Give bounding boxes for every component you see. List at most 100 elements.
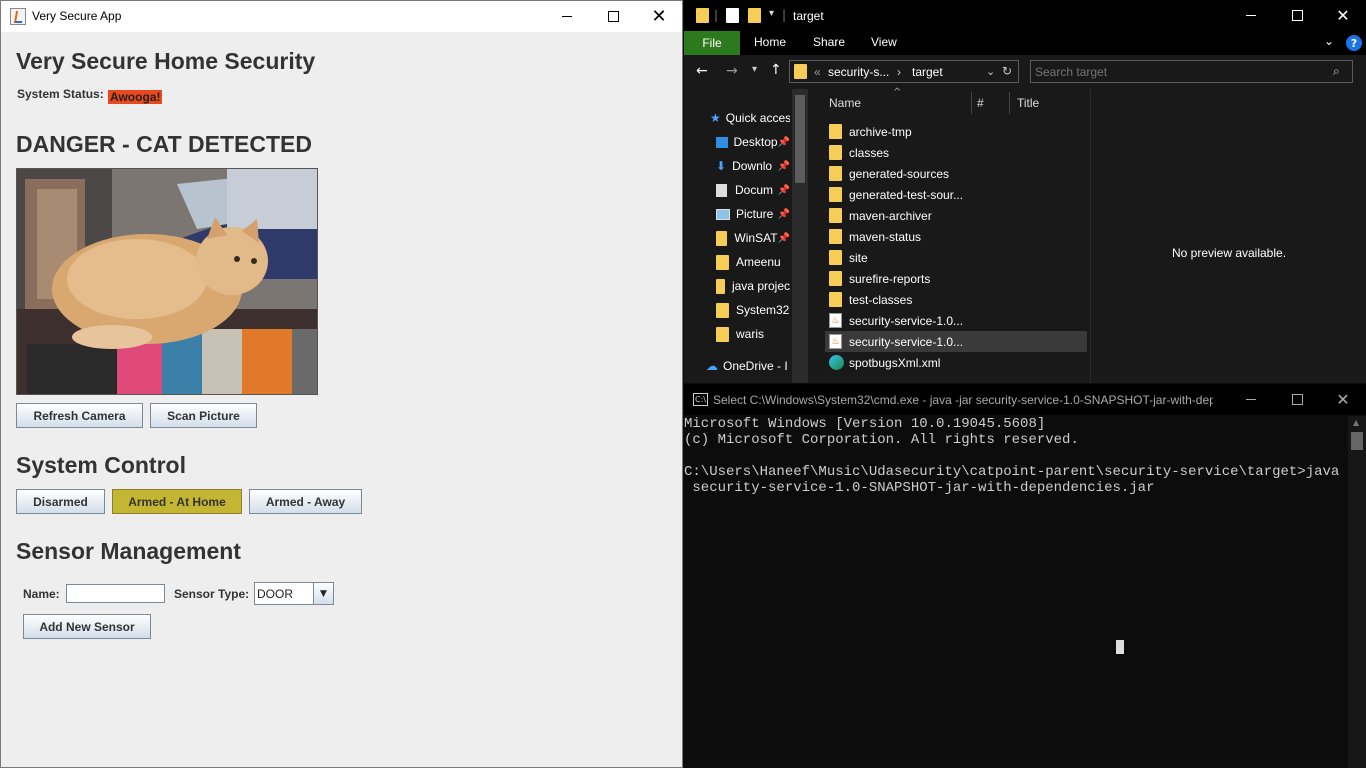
list-item[interactable]: ♨ security-service-1.0... [829, 310, 1087, 331]
search-input[interactable] [1035, 63, 1325, 80]
disarmed-button[interactable]: Disarmed [16, 489, 105, 514]
address-dropdown-icon[interactable]: ⌄ [986, 65, 995, 78]
nav-item-onedrive[interactable]: ☁ OneDrive - I [706, 354, 790, 378]
maximize-button[interactable] [590, 1, 636, 32]
sensor-type-select[interactable]: DOOR ▼ [254, 582, 334, 605]
maximize-button[interactable] [1274, 0, 1320, 31]
ribbon-expand-icon[interactable]: ⌄ [1324, 34, 1334, 48]
list-item-selected[interactable]: ♨ security-service-1.0... [825, 331, 1087, 352]
nav-item-quick-access[interactable]: ★ Quick acces [710, 106, 790, 130]
folder-icon [794, 64, 807, 79]
list-item[interactable]: generated-test-sour... [829, 184, 1087, 205]
breadcrumb-current[interactable]: target [912, 65, 943, 79]
dropdown-arrow-icon[interactable]: ▼ [313, 583, 333, 604]
list-item[interactable]: maven-archiver [829, 205, 1087, 226]
column-header-name[interactable]: Name [829, 96, 861, 110]
qat-dropdown-icon[interactable]: ▾ [769, 8, 774, 19]
nav-item-pictures[interactable]: Picture 📌 [710, 202, 790, 226]
armed-away-button[interactable]: Armed - Away [249, 489, 362, 514]
recent-dropdown-icon[interactable]: ▾ [752, 64, 757, 75]
nav-item-system32[interactable]: System32 [710, 298, 790, 322]
column-divider[interactable] [971, 92, 972, 114]
close-button[interactable]: ✕ [636, 1, 682, 32]
column-header-title[interactable]: Title [1017, 96, 1039, 110]
properties-icon[interactable] [726, 8, 739, 23]
folder-icon [716, 302, 729, 318]
explorer-titlebar[interactable]: | ▾ | target ✕ [684, 0, 1366, 31]
folder-icon [829, 145, 842, 160]
status-label: System Status: [17, 87, 104, 101]
add-sensor-button[interactable]: Add New Sensor [23, 614, 151, 639]
console-scrollbar[interactable]: ▲ [1348, 416, 1366, 768]
console-scrollbar-thumb[interactable] [1351, 432, 1363, 450]
nav-item-ameenu[interactable]: Ameenu [710, 250, 790, 274]
nav-item-waris[interactable]: waris [710, 322, 790, 346]
cmd-titlebar[interactable]: C:\ Select C:\Windows\System32\cmd.exe -… [684, 384, 1366, 415]
address-row: ← → ▾ ↑ « security-s... › target ⌄ ↻ ⌕ [684, 55, 1366, 89]
jar-file-icon: ♨ [829, 334, 842, 349]
up-arrow-icon[interactable]: ↑ [770, 62, 782, 78]
nav-scrollbar[interactable] [792, 89, 808, 383]
search-icon[interactable]: ⌕ [1333, 64, 1340, 79]
maximize-icon [1291, 394, 1303, 405]
nav-item-desktop[interactable]: Desktop 📌 [710, 130, 790, 154]
new-folder-icon[interactable] [748, 8, 761, 23]
nav-item-downloads[interactable]: ⬇ Downlo 📌 [710, 154, 790, 178]
tab-home[interactable]: Home [754, 35, 786, 49]
nav-item-java-projects[interactable]: java projec [710, 274, 790, 298]
close-button[interactable]: ✕ [1320, 0, 1366, 31]
tab-file[interactable]: File [684, 31, 740, 55]
forward-arrow-icon[interactable]: → [726, 63, 738, 79]
help-icon[interactable]: ? [1346, 35, 1362, 51]
minimize-button[interactable] [544, 1, 590, 32]
pin-icon: 📌 [777, 232, 790, 244]
java-app-window: Very Secure App ✕ Very Secure Home Secur… [0, 0, 683, 768]
minimize-button[interactable] [1228, 0, 1274, 31]
column-divider[interactable] [1009, 92, 1010, 114]
address-bar[interactable]: « security-s... › target ⌄ ↻ [789, 60, 1019, 83]
minimize-button[interactable] [1228, 384, 1274, 415]
sensor-name-input[interactable] [66, 584, 165, 603]
scan-picture-button[interactable]: Scan Picture [150, 403, 257, 428]
list-item[interactable]: test-classes [829, 289, 1087, 310]
folder-icon [716, 326, 729, 342]
maximize-button[interactable] [1274, 384, 1320, 415]
search-box[interactable]: ⌕ [1030, 60, 1353, 83]
list-item[interactable]: site [829, 247, 1087, 268]
folder-icon [716, 278, 725, 294]
tab-view[interactable]: View [871, 35, 897, 49]
ribbon-tabs: File Home Share View ⌄ ? [684, 31, 1366, 55]
maximize-icon [607, 11, 619, 22]
folder-icon [696, 8, 709, 23]
download-icon: ⬇ [716, 159, 727, 173]
breadcrumb-overflow[interactable]: « [814, 65, 821, 79]
java-titlebar[interactable]: Very Secure App ✕ [1, 1, 682, 32]
cmd-window: C:\ Select C:\Windows\System32\cmd.exe -… [684, 384, 1366, 768]
folder-icon [716, 254, 729, 270]
scroll-up-icon[interactable]: ▲ [1353, 418, 1359, 427]
nav-item-winsat[interactable]: WinSAT 📌 [710, 226, 790, 250]
star-icon: ★ [710, 111, 721, 125]
column-header-number[interactable]: # [977, 96, 984, 110]
breadcrumb-separator: › [897, 65, 901, 79]
list-item[interactable]: spotbugsXml.xml [829, 352, 1087, 373]
list-item[interactable]: surefire-reports [829, 268, 1087, 289]
breadcrumb-parent[interactable]: security-s... [828, 65, 889, 79]
refresh-icon[interactable]: ↻ [1002, 64, 1012, 78]
nav-item-documents[interactable]: Docum 📌 [710, 178, 790, 202]
list-item[interactable]: archive-tmp [829, 121, 1087, 142]
close-icon: ✕ [1336, 6, 1350, 25]
list-item[interactable]: generated-sources [829, 163, 1087, 184]
separator: | [714, 8, 719, 22]
tab-share[interactable]: Share [813, 35, 845, 49]
close-button[interactable]: ✕ [1320, 384, 1366, 415]
console-line: security-service-1.0-SNAPSHOT-jar-with-d… [684, 480, 1155, 496]
list-item[interactable]: maven-status [829, 226, 1087, 247]
armed-home-button[interactable]: Armed - At Home [112, 489, 242, 514]
list-item[interactable]: classes [829, 142, 1087, 163]
console-output[interactable]: Microsoft Windows [Version 10.0.19045.56… [684, 416, 1348, 768]
refresh-camera-button[interactable]: Refresh Camera [16, 403, 143, 428]
nav-scrollbar-thumb[interactable] [795, 95, 805, 183]
back-arrow-icon[interactable]: ← [696, 63, 708, 79]
folder-icon [829, 208, 842, 223]
